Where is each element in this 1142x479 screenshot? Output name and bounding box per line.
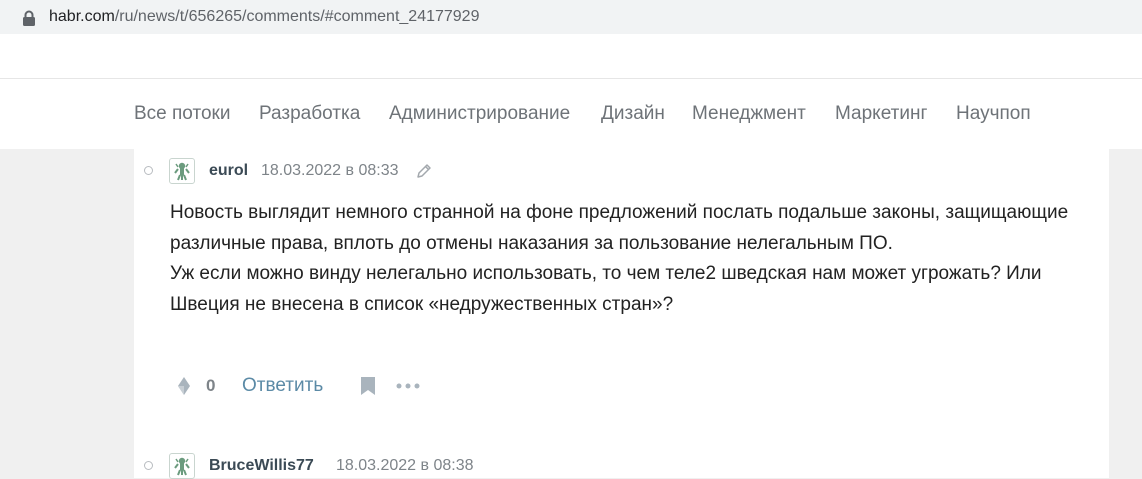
url-host: habr.com [49,8,115,25]
thread-dot [144,461,153,470]
header-strip [0,34,1142,78]
comment-paragraph: Уж если можно винду нелегально использов… [170,263,1042,315]
vote-count: 0 [206,376,216,395]
avatar[interactable] [169,158,195,184]
comment-timestamp[interactable]: 18.03.2022 в 08:38 [336,457,474,475]
thread-dot [144,166,153,175]
default-avatar-icon [174,457,190,476]
nav-item-management[interactable]: Менеджмент [692,103,806,125]
default-avatar-icon [174,162,190,181]
nav-item-development[interactable]: Разработка [259,103,360,125]
nav-item-all-flows[interactable]: Все потоки [134,103,230,125]
more-icon[interactable] [396,381,420,391]
comment-timestamp[interactable]: 18.03.2022 в 08:33 [261,162,399,180]
pencil-icon[interactable] [416,163,432,179]
nav-item-design[interactable]: Дизайн [601,103,665,125]
comment-paragraph: Новость выглядит немного странной на фон… [170,202,1069,254]
url-path: /ru/news/t/656265/comments/#comment_2417… [114,8,480,25]
comment-username[interactable]: eurol [209,162,248,180]
flows-nav: Все потоки Разработка Администрирование … [0,78,1142,150]
nav-item-administration[interactable]: Администрирование [389,103,570,125]
bookmark-icon[interactable] [360,376,376,396]
nav-item-marketing[interactable]: Маркетинг [835,103,927,125]
browser-address-bar: habr.com/ru/news/t/656265/comments/#comm… [0,0,1142,34]
vote-icon[interactable] [176,376,192,396]
avatar[interactable] [169,453,195,479]
comment-username[interactable]: BruceWillis77 [209,457,314,475]
url-text[interactable]: habr.com/ru/news/t/656265/comments/#comm… [49,8,479,26]
url-field[interactable]: habr.com/ru/news/t/656265/comments/#comm… [4,1,1142,33]
lock-icon[interactable] [22,10,36,26]
reply-button[interactable]: Ответить [242,375,323,397]
comment-body: Новость выглядит немного странной на фон… [170,198,1090,320]
nav-item-popsci[interactable]: Научпоп [956,103,1031,125]
